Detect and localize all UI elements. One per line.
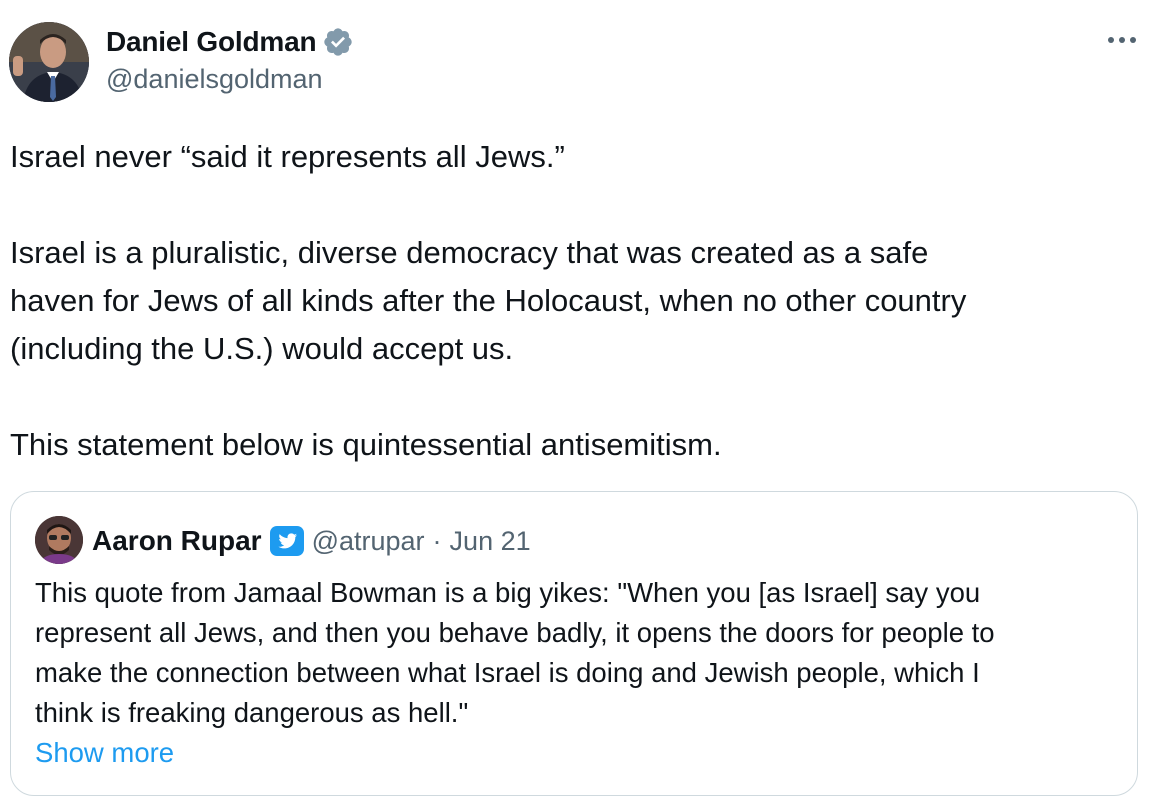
- quoted-text-line: This quote from Jamaal Bowman is a big y…: [35, 577, 981, 608]
- quoted-text-line: make the connection between what Israel …: [35, 657, 980, 688]
- tweet-text-line: This statement below is quintessential a…: [10, 427, 722, 462]
- quoted-author-avatar[interactable]: [35, 516, 83, 564]
- meta-separator: ·: [432, 525, 442, 556]
- quoted-tweet-text: This quote from Jamaal Bowman is a big y…: [35, 573, 1125, 733]
- author-avatar[interactable]: [9, 22, 89, 102]
- tweet-text-line: (including the U.S.) would accept us.: [10, 331, 514, 366]
- quoted-text-line: think is freaking dangerous as hell.": [35, 697, 469, 728]
- quoted-tweet-header: Aaron Rupar @atrupar · Jun 21: [92, 522, 531, 560]
- more-horizontal-icon[interactable]: [1105, 30, 1139, 50]
- author-name-row: Daniel Goldman: [106, 24, 354, 60]
- quoted-author-handle[interactable]: @atrupar: [312, 526, 425, 557]
- quoted-tweet-date[interactable]: Jun 21: [450, 526, 531, 557]
- author-handle[interactable]: @danielsgoldman: [106, 64, 323, 95]
- twitter-bird-badge-icon: [269, 526, 304, 556]
- show-more-link[interactable]: Show more: [35, 733, 174, 773]
- tweet-text: Israel never “said it represents all Jew…: [10, 133, 1150, 469]
- tweet: Daniel Goldman @danielsgoldman Israel ne…: [0, 0, 1167, 809]
- tweet-text-line: haven for Jews of all kinds after the Ho…: [10, 283, 967, 318]
- tweet-text-line: Israel is a pluralistic, diverse democra…: [10, 235, 929, 270]
- tweet-text-line: Israel never “said it represents all Jew…: [10, 139, 565, 174]
- author-display-name[interactable]: Daniel Goldman: [106, 26, 317, 58]
- quoted-text-line: represent all Jews, and then you behave …: [35, 617, 995, 648]
- verified-badge-icon[interactable]: [322, 26, 354, 58]
- quoted-author-name[interactable]: Aaron Rupar: [92, 525, 262, 557]
- quoted-tweet-card[interactable]: Aaron Rupar @atrupar · Jun 21 This quote…: [10, 491, 1138, 796]
